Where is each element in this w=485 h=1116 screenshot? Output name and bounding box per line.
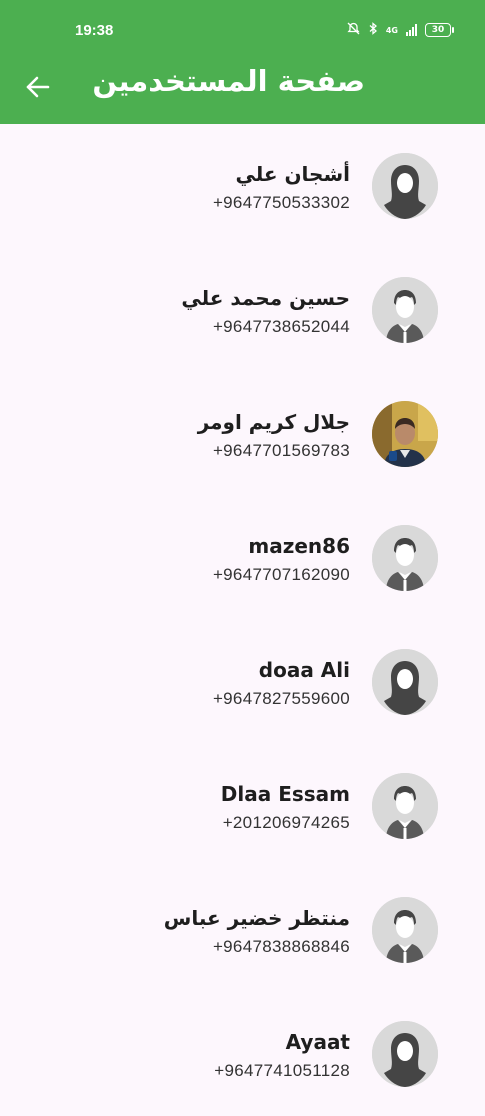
battery-icon: 30 xyxy=(425,23,454,37)
list-item[interactable]: منتظر خضير عباس +9647838868846 xyxy=(0,868,485,992)
back-arrow-icon[interactable] xyxy=(24,73,52,101)
list-item[interactable]: doaa Ali +9647827559600 xyxy=(0,620,485,744)
user-phone: +9647741051128 xyxy=(214,1061,350,1080)
user-phone: +201206974265 xyxy=(222,813,350,832)
app-bar: 19:38 4G 30 صفحة المستخدمين xyxy=(0,0,485,124)
female-avatar-icon xyxy=(372,1021,438,1087)
user-phone: +9647750533302 xyxy=(212,193,350,212)
mute-icon xyxy=(347,22,360,38)
user-name: حسين محمد علي xyxy=(181,286,350,310)
user-phone: +9647701569783 xyxy=(212,441,350,460)
user-name: doaa Ali xyxy=(258,658,350,682)
list-item[interactable]: حسين محمد علي +9647738652044 xyxy=(0,248,485,372)
list-item[interactable]: mazen86 +9647707162090 xyxy=(0,496,485,620)
status-icons: 4G 30 xyxy=(347,22,454,38)
user-name: Dlaa Essam xyxy=(220,782,350,806)
user-name: منتظر خضير عباس xyxy=(163,906,350,930)
male-avatar-icon xyxy=(372,897,438,963)
female-avatar-icon xyxy=(372,153,438,219)
list-item[interactable]: Dlaa Essam +201206974265 xyxy=(0,744,485,868)
list-item[interactable]: Ayaat +9647741051128 xyxy=(0,992,485,1116)
user-name: Ayaat xyxy=(285,1030,350,1054)
bluetooth-icon xyxy=(368,22,378,38)
photo-avatar-icon xyxy=(372,401,438,467)
list-item[interactable]: أشجان علي +9647750533302 xyxy=(0,124,485,248)
user-phone: +9647738652044 xyxy=(212,317,350,336)
male-avatar-icon xyxy=(372,525,438,591)
user-name: جلال كريم اومر xyxy=(197,410,350,434)
list-item[interactable]: جلال كريم اومر +9647701569783 xyxy=(0,372,485,496)
user-name: أشجان علي xyxy=(235,162,350,186)
male-avatar-icon xyxy=(372,773,438,839)
user-phone: +9647707162090 xyxy=(212,565,350,584)
status-time: 19:38 xyxy=(75,22,114,39)
battery-level: 30 xyxy=(431,25,445,35)
user-name: mazen86 xyxy=(248,534,350,558)
male-avatar-icon xyxy=(372,277,438,343)
signal-icon xyxy=(406,24,417,36)
user-phone: +9647827559600 xyxy=(212,689,350,708)
network-label: 4G xyxy=(385,25,398,35)
female-avatar-icon xyxy=(372,649,438,715)
page-title: صفحة المستخدمين xyxy=(92,64,365,98)
user-phone: +9647838868846 xyxy=(212,937,350,956)
